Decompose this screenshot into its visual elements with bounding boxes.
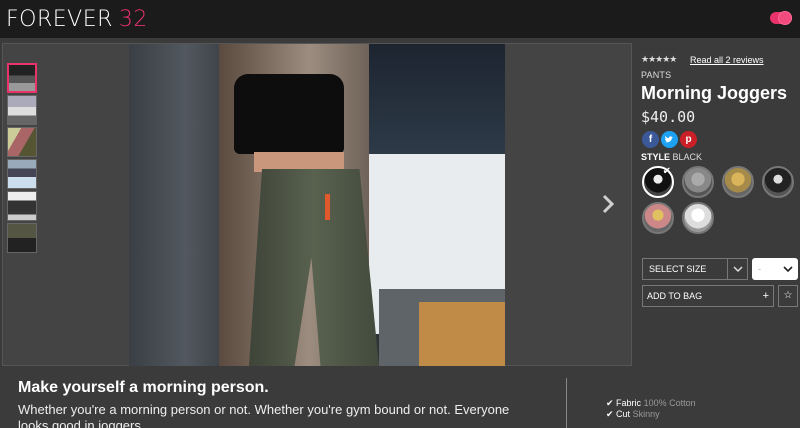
detail-value: 100% Cotton [643, 398, 696, 408]
chevron-down-icon [783, 266, 793, 273]
size-select[interactable]: SELECT SIZE [642, 258, 748, 280]
swatch-1-selected[interactable]: ✔ [642, 166, 674, 198]
style-row: STYLE BLACK [641, 152, 702, 162]
section-divider [566, 378, 567, 428]
description-body: Whether you're a morning person or not. … [18, 402, 510, 428]
brand-number: 32 [118, 7, 148, 32]
swatch-5[interactable] [642, 202, 674, 234]
detail-value: Skinny [632, 409, 660, 419]
twitter-icon[interactable] [661, 131, 678, 148]
quantity-value: - [758, 264, 761, 274]
next-image-arrow[interactable] [600, 193, 616, 215]
photo-ceiling [369, 44, 505, 154]
thumbnail-list [7, 63, 39, 255]
description-heading: Make yourself a morning person. [18, 379, 269, 396]
detail-row-cut: ✔ Cut Skinny [606, 409, 660, 419]
product-price: $40.00 [641, 108, 696, 126]
add-to-bag-label: ADD TO BAG [647, 291, 703, 301]
checkmark-icon: ✔ [662, 166, 671, 177]
thumbnail-1[interactable] [7, 63, 37, 93]
style-label: STYLE [641, 152, 671, 162]
brand-logo[interactable]: FOREVER 32 [6, 7, 148, 32]
brand-word: FOREVER [6, 7, 113, 32]
swatch-4[interactable] [762, 166, 794, 198]
chevron-down-icon [733, 266, 743, 273]
product-details: ✔ Fabric 100% Cotton ✔ Cut Skinny [606, 398, 696, 420]
top-bar: FOREVER 32 [0, 0, 800, 38]
plus-icon: + [762, 290, 769, 302]
read-reviews-link[interactable]: Read all 2 reviews [690, 55, 764, 65]
main-product-photo [129, 44, 505, 366]
detail-key: Cut [616, 409, 631, 419]
chevron-right-icon [602, 194, 615, 214]
style-swatches: ✔ [641, 166, 800, 236]
star-rating-icon: ★★★★★ [641, 54, 677, 64]
style-value: BLACK [672, 152, 703, 162]
wishlist-button[interactable]: ☆ [778, 285, 798, 307]
swatch-6[interactable] [682, 202, 714, 234]
star-icon: ☆ [783, 290, 793, 301]
thumbnail-3[interactable] [7, 127, 37, 157]
product-title: Morning Joggers [641, 83, 788, 103]
product-category: PANTS [641, 70, 672, 80]
photo-drawstring-tag [325, 194, 330, 220]
swatch-3[interactable] [722, 166, 754, 198]
photo-crate [419, 302, 505, 366]
theme-toggle[interactable] [770, 11, 792, 25]
facebook-icon[interactable]: f [642, 131, 659, 148]
twitter-bird-icon [665, 136, 673, 143]
thumbnail-4[interactable] [7, 159, 37, 189]
photo-wall [129, 44, 224, 366]
detail-row-fabric: ✔ Fabric 100% Cotton [606, 398, 696, 408]
toggle-knob [778, 11, 792, 25]
pinterest-icon[interactable]: p [680, 131, 697, 148]
size-select-caret [727, 259, 747, 279]
thumbnail-6[interactable] [7, 223, 37, 253]
size-select-label: SELECT SIZE [649, 264, 707, 274]
thumbnail-2[interactable] [7, 95, 37, 125]
swatch-2[interactable] [682, 166, 714, 198]
quantity-select[interactable]: - [752, 258, 798, 280]
detail-key: Fabric [616, 398, 642, 408]
add-to-bag-button[interactable]: ADD TO BAG + [642, 285, 774, 307]
thumbnail-5[interactable] [7, 191, 37, 221]
photo-crop-top [234, 74, 344, 154]
